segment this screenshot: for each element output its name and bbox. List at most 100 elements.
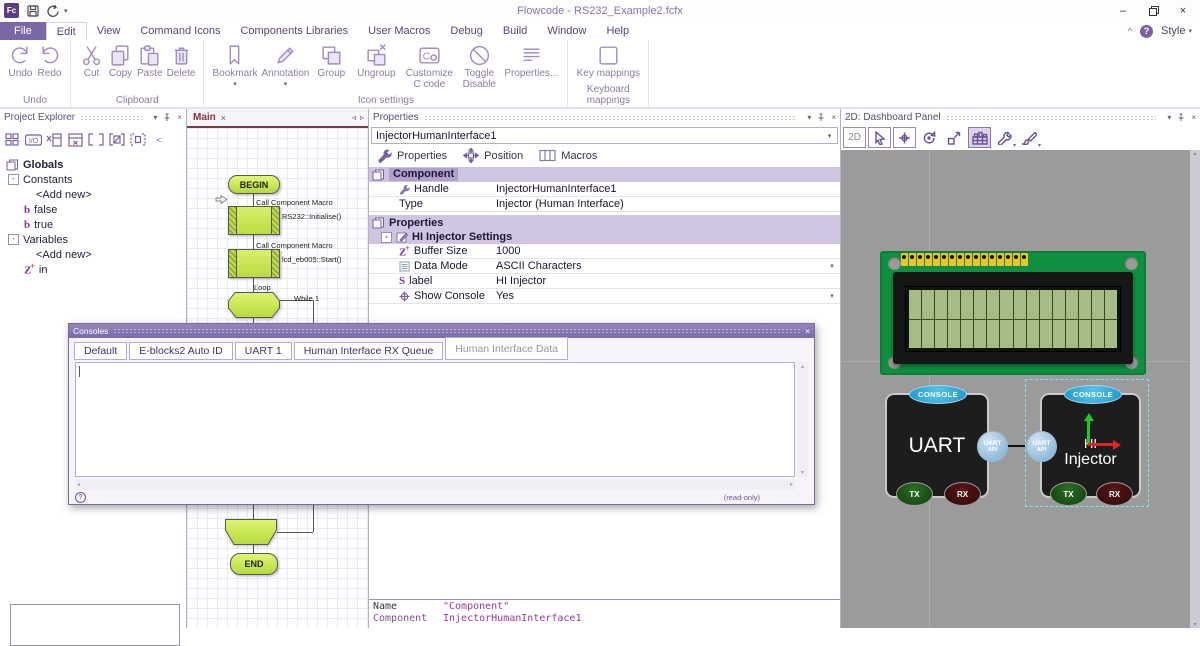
property-row-label[interactable]: Slabel HI Injector [369,274,840,289]
dashboard-scrollbar[interactable]: ▴ ▾ [1190,150,1200,628]
panel-menu-caret-icon[interactable]: ▾ [153,113,157,122]
menu-components-libraries[interactable]: Components Libraries [230,22,358,40]
key-mappings-button[interactable]: K Key mappings [576,43,640,79]
uart-rx-pin[interactable]: RX [944,482,981,506]
pin-icon[interactable] [817,113,825,122]
injector-tx-pin[interactable]: TX [1050,482,1087,506]
rotate-tool-button[interactable] [918,127,941,148]
tab-macros[interactable]: Macros [539,149,597,162]
customize-c-code-button[interactable]: C Customize C code [403,43,455,90]
menu-help[interactable]: Help [596,22,639,40]
dropdown-caret-icon[interactable]: ▾ [824,292,840,300]
scroll-left-icon[interactable]: ◂ [77,481,80,488]
console-output-area[interactable] [75,362,795,477]
gizmo-y-axis-arrow[interactable] [1087,416,1090,445]
console-tab-default[interactable]: Default [74,342,127,360]
ungroup-button[interactable]: Ungroup [353,43,399,79]
property-row-show-console[interactable]: Show Console Yes ▾ [369,289,840,304]
copy-button[interactable]: Copy [108,43,133,79]
tab-position[interactable]: Position [463,148,523,163]
scroll-down-icon[interactable]: ▾ [801,469,804,476]
tools-button[interactable]: ▾ [993,127,1016,148]
uart-component[interactable]: UART [885,393,989,498]
panel-menu-caret-icon[interactable]: ▾ [1167,113,1171,122]
menu-debug[interactable]: Debug [440,22,492,40]
injector-api-port[interactable]: UART API [1026,431,1057,462]
bookmark-button[interactable]: Bookmark ▾ [212,43,257,90]
collapse-ribbon-icon[interactable]: ^ [1128,26,1132,36]
menu-edit[interactable]: Edit [46,22,87,40]
scroll-left-icon[interactable]: < [150,131,168,148]
component-selector[interactable]: InjectorHumanInterface1 ▾ [371,127,838,144]
panel-drag-handle[interactable] [80,115,142,121]
menu-build[interactable]: Build [493,22,537,40]
panel-menu-caret-icon[interactable]: ▾ [807,113,811,122]
tree-item-in[interactable]: Z+ in [0,262,186,277]
export-box-icon[interactable] [66,131,84,148]
tree-item-add-constant[interactable]: <Add new> [0,187,186,202]
flow-call2-box[interactable] [228,249,280,278]
menu-file[interactable]: File [0,22,46,40]
collapse-expander-icon[interactable]: - [8,234,19,245]
tree-item-false[interactable]: b false [0,202,186,217]
dialog-close-icon[interactable]: × [805,326,810,336]
scroll-up-icon[interactable]: ▴ [801,363,804,370]
2d-mode-button[interactable]: 2D [843,127,866,148]
grid-view-icon[interactable] [3,131,21,148]
scroll-down-icon[interactable]: ▾ [1193,621,1196,628]
pin-icon[interactable] [1177,113,1185,122]
close-button[interactable]: × [1168,0,1198,22]
consoles-dialog-titlebar[interactable]: Consoles × [69,324,814,338]
gizmo-x-axis-arrow[interactable] [1088,443,1118,446]
dashed-box-icon[interactable] [129,131,147,148]
move-tool-button[interactable] [893,127,916,148]
tree-item-variables[interactable]: - Variables [0,232,186,247]
io-icon[interactable]: I/O [24,131,42,148]
panel-close-icon[interactable]: × [177,113,182,122]
cut-button[interactable]: Cut [79,43,104,79]
style-brush-button[interactable]: ▾ [1018,127,1041,148]
delete-button[interactable]: Delete [167,43,196,79]
injector-rx-pin[interactable]: RX [1096,482,1133,506]
panel-drag-handle[interactable] [424,115,797,121]
console-tab-eblocks2[interactable]: E-blocks2 Auto ID [129,342,232,360]
tab-close-icon[interactable]: × [221,113,226,123]
console-tab-uart1[interactable]: UART 1 [235,342,292,360]
dialog-drag-handle[interactable] [113,328,800,334]
dashboard-canvas[interactable]: CONSOLE UART TX RX UART API CONSOLE HI I… [841,150,1200,628]
property-row-buffer-size[interactable]: Z+Buffer Size 1000 [369,244,840,259]
property-row-handle[interactable]: Handle InjectorHumanInterface1 [369,182,840,197]
tab-nav-back-icon[interactable]: ◃ [352,113,356,122]
tree-item-true[interactable]: b true [0,217,186,232]
style-menu[interactable]: Style▾ [1161,25,1192,37]
panel-close-icon[interactable]: × [831,113,836,122]
select-cursor-button[interactable] [868,127,891,148]
tree-item-globals[interactable]: Globals [0,157,186,172]
injector-console-badge[interactable]: CONSOLE [1064,385,1122,404]
collapse-expander-icon[interactable]: - [381,232,392,243]
help-icon[interactable]: ? [1140,25,1153,38]
lcd-component[interactable] [880,251,1146,375]
tab-nav-forward-icon[interactable]: ▹ [360,113,364,122]
uart-console-badge[interactable]: CONSOLE [909,385,967,404]
menu-user-macros[interactable]: User Macros [358,22,440,40]
tab-main[interactable]: Main × [187,112,232,123]
console-hscrollbar[interactable]: ◂ ▸ [75,479,795,490]
undo-button[interactable]: Undo [8,43,33,79]
property-row-data-mode[interactable]: Data Mode ASCII Characters ▾ [369,259,840,274]
console-vscrollbar[interactable]: ▴ ▾ [797,362,808,477]
uart-api-port[interactable]: UART API [977,431,1008,462]
paste-button[interactable]: Paste [137,43,163,79]
properties-button[interactable]: Properties... [503,43,559,79]
menu-command-icons[interactable]: Command Icons [130,22,230,40]
group-button[interactable]: Group [313,43,349,79]
panel-close-icon[interactable]: × [1191,113,1196,122]
flow-loop-end-shape[interactable] [225,519,277,545]
scale-tool-button[interactable] [943,127,966,148]
flow-call1-box[interactable] [228,206,280,235]
restore-button[interactable] [1139,0,1169,22]
flow-end[interactable]: END [230,553,278,575]
dropdown-caret-icon[interactable]: ▾ [824,262,840,270]
console-tab-hi-data[interactable]: Human Interface Data [445,337,568,360]
scroll-right-icon[interactable]: ▸ [790,481,793,488]
